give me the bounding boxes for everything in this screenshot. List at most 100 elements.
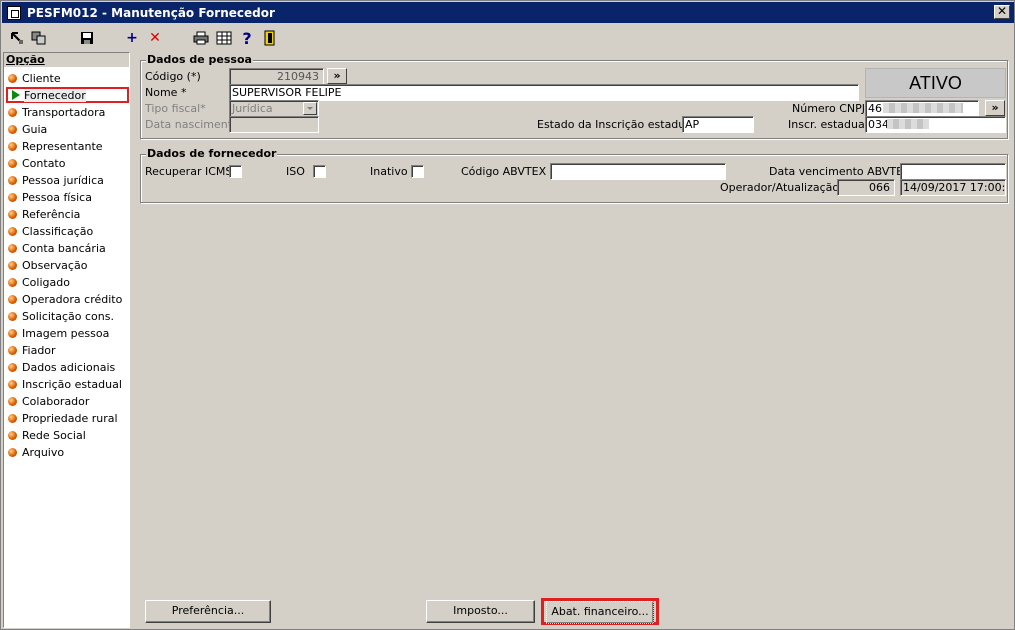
- sidebar-item-label: Conta bancária: [22, 241, 106, 255]
- recover-icms-checkbox[interactable]: [229, 165, 242, 178]
- sidebar-item-imagem-pessoa[interactable]: Imagem pessoa: [5, 325, 127, 341]
- sidebar-item-label: Referência: [22, 207, 81, 221]
- iso-checkbox[interactable]: [313, 165, 326, 178]
- sidebar-item-label: Contato: [22, 156, 66, 170]
- iso-label: ISO: [286, 165, 305, 178]
- app-icon: [7, 5, 21, 20]
- bullet-icon: [8, 141, 17, 151]
- sidebar-item-fornecedor[interactable]: Fornecedor: [6, 87, 129, 103]
- sidebar-item-solicitação-cons-[interactable]: Solicitação cons.: [5, 308, 127, 324]
- sidebar-item-label: Pessoa jurídica: [22, 173, 104, 187]
- abvtex-expiry-label: Data vencimento ABVTEX: [769, 165, 911, 178]
- bullet-icon: [8, 277, 17, 287]
- sidebar-item-classificação[interactable]: Classificação: [5, 223, 127, 239]
- birth-date-label: Data nascimento: [145, 118, 239, 131]
- copy-icon[interactable]: [30, 29, 48, 47]
- sidebar-item-transportadora[interactable]: Transportadora: [5, 104, 127, 120]
- help-icon[interactable]: ?: [238, 29, 256, 48]
- sidebar-item-representante[interactable]: Representante: [5, 138, 127, 154]
- sidebar-item-dados-adicionais[interactable]: Dados adicionais: [5, 359, 127, 375]
- sidebar-item-colaborador[interactable]: Colaborador: [5, 393, 127, 409]
- sidebar-item-operadora-crédito[interactable]: Operadora crédito: [5, 291, 127, 307]
- sidebar-item-referência[interactable]: Referência: [5, 206, 127, 222]
- close-button[interactable]: ✕: [994, 5, 1010, 19]
- print-icon[interactable]: [192, 29, 210, 47]
- name-field[interactable]: SUPERVISOR FELIPE: [229, 84, 859, 101]
- abvtex-expiry-field[interactable]: [900, 163, 1006, 180]
- inactive-label: Inativo: [370, 165, 408, 178]
- sidebar-item-rede-social[interactable]: Rede Social: [5, 427, 127, 443]
- grid-icon[interactable]: [215, 29, 233, 47]
- code-field[interactable]: 210943: [229, 68, 324, 85]
- main-window: PESFM012 - Manutenção Fornecedor ✕ + ✕ ?…: [0, 0, 1015, 630]
- inactive-checkbox[interactable]: [411, 165, 424, 178]
- tax-button[interactable]: Imposto...: [426, 600, 535, 623]
- bullet-icon: [8, 447, 17, 457]
- preferences-button[interactable]: Preferência...: [145, 600, 271, 623]
- sidebar-item-label: Guia: [22, 122, 48, 136]
- bullet-icon: [8, 413, 17, 423]
- name-label: Nome *: [145, 86, 187, 99]
- state-reg-redaction: [887, 119, 929, 129]
- toolbar: + ✕ ?: [2, 25, 1014, 51]
- tax-type-label: Tipo fiscal*: [145, 102, 206, 115]
- bullet-icon: [8, 396, 17, 406]
- title-bar: PESFM012 - Manutenção Fornecedor ✕: [2, 2, 1014, 23]
- cnpj-redaction: [883, 103, 963, 113]
- sidebar-item-coligado[interactable]: Coligado: [5, 274, 127, 290]
- status-badge: ATIVO: [865, 68, 1006, 98]
- abvtex-code-field[interactable]: [550, 163, 726, 180]
- sidebar-item-label: Coligado: [22, 275, 70, 289]
- sidebar-item-label: Pessoa física: [22, 190, 92, 204]
- sidebar-item-label: Transportadora: [22, 105, 106, 119]
- sidebar-item-conta-bancária[interactable]: Conta bancária: [5, 240, 127, 256]
- sidebar-item-arquivo[interactable]: Arquivo: [5, 444, 127, 460]
- tax-type-select[interactable]: Jurídica: [229, 100, 319, 117]
- sidebar-item-cliente[interactable]: Cliente: [5, 70, 127, 86]
- bullet-icon: [8, 158, 17, 168]
- birth-date-field[interactable]: [229, 116, 319, 133]
- sidebar-item-observação[interactable]: Observação: [5, 257, 127, 273]
- sidebar-item-label: Dados adicionais: [22, 360, 116, 374]
- chevron-down-icon[interactable]: [303, 102, 317, 115]
- sidebar-item-label: Representante: [22, 139, 103, 153]
- window-title: PESFM012 - Manutenção Fornecedor: [27, 5, 275, 20]
- sidebar-item-contato[interactable]: Contato: [5, 155, 127, 171]
- bullet-icon: [8, 345, 17, 355]
- sidebar-item-label: Arquivo: [22, 445, 65, 459]
- sidebar-item-label: Fiador: [22, 343, 56, 357]
- delete-icon[interactable]: ✕: [146, 29, 164, 47]
- save-icon[interactable]: [78, 29, 96, 47]
- update-timestamp-field: 14/09/2017 17:00:50: [900, 179, 1006, 196]
- exit-icon[interactable]: [261, 29, 279, 47]
- bullet-icon: [8, 226, 17, 236]
- sidebar-item-guia[interactable]: Guia: [5, 121, 127, 137]
- cnpj-lookup-button[interactable]: »: [985, 100, 1005, 116]
- bullet-icon: [8, 311, 17, 321]
- bullet-icon: [8, 294, 17, 304]
- sidebar-item-label: Fornecedor: [24, 88, 86, 102]
- bullet-icon: [8, 107, 17, 117]
- add-icon[interactable]: +: [123, 29, 141, 47]
- cnpj-label: Número CNPJ: [792, 102, 865, 115]
- sidebar-item-label: Rede Social: [22, 428, 86, 442]
- sidebar-item-label: Imagem pessoa: [22, 326, 110, 340]
- bullet-icon: [8, 260, 17, 270]
- back-icon[interactable]: [8, 29, 26, 47]
- person-data-title: Dados de pessoa: [146, 53, 253, 66]
- sidebar-item-inscrição-estadual[interactable]: Inscrição estadual: [5, 376, 127, 392]
- sidebar-item-label: Observação: [22, 258, 88, 272]
- sidebar-item-label: Inscrição estadual: [22, 377, 122, 391]
- sidebar-item-fiador[interactable]: Fiador: [5, 342, 127, 358]
- sidebar-item-pessoa-física[interactable]: Pessoa física: [5, 189, 127, 205]
- sidebar-item-pessoa-jurídica[interactable]: Pessoa jurídica: [5, 172, 127, 188]
- sidebar-item-label: Classificação: [22, 224, 94, 238]
- state-reg-label: Inscr. estadual: [788, 118, 868, 131]
- bullet-icon: [8, 243, 17, 253]
- state-reg-value: 034: [868, 118, 889, 131]
- state-ie-field[interactable]: AP: [682, 116, 754, 133]
- code-lookup-button[interactable]: »: [327, 68, 347, 84]
- sidebar-item-propriedade-rural[interactable]: Propriedade rural: [5, 410, 127, 426]
- sidebar-item-label: Colaborador: [22, 394, 90, 408]
- financial-discount-button[interactable]: Abat. financeiro...: [546, 601, 654, 624]
